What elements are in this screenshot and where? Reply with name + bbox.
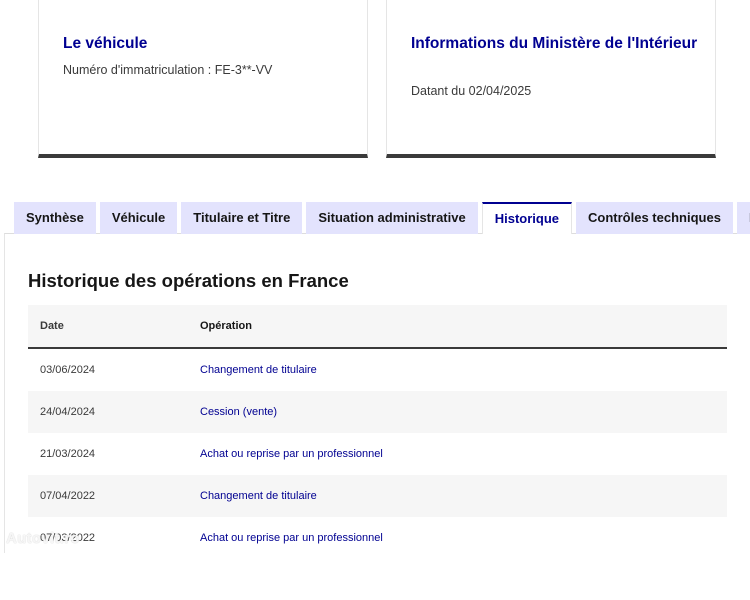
tab-historique[interactable]: Historique	[481, 202, 573, 234]
table-row: 03/06/2024 Changement de titulaire	[28, 349, 727, 391]
row-date: 03/06/2024	[40, 364, 96, 376]
watermark-logo: Autovit.ro	[6, 530, 80, 547]
section-title: Historique des opérations en France	[28, 270, 349, 291]
ministry-date-text: Datant du 02/04/2025	[411, 84, 532, 98]
vehicle-card-title[interactable]: Le véhicule	[63, 33, 147, 55]
tab-vehicule[interactable]: Véhicule	[99, 202, 178, 234]
row-date: 07/04/2022	[40, 490, 96, 502]
table-header: Date Opération	[28, 305, 727, 349]
row-operation: Changement de titulaire	[200, 490, 317, 502]
table-row: 21/03/2024 Achat ou reprise par un profe…	[28, 433, 727, 475]
row-date: 21/03/2024	[40, 448, 96, 460]
tab-controles[interactable]: Contrôles techniques	[576, 202, 733, 234]
row-operation: Achat ou reprise par un professionnel	[200, 532, 383, 544]
history-table: Date Opération 03/06/2024 Changement de …	[28, 305, 727, 559]
row-operation: Cession (vente)	[200, 406, 278, 418]
ministry-card[interactable]: Informations du Ministère de l'Intérieur…	[386, 0, 716, 158]
vehicle-plate-text: Numéro d'immatriculation : FE-3**-VV	[63, 63, 273, 77]
row-operation: Changement de titulaire	[200, 364, 317, 376]
ministry-card-title[interactable]: Informations du Ministère de l'Intérieur	[411, 33, 701, 55]
table-row: 07/03/2022 Achat ou reprise par un profe…	[28, 517, 727, 559]
tab-titulaire[interactable]: Titulaire et Titre	[181, 202, 303, 234]
header-date: Date	[40, 320, 64, 332]
tab-bar: Synthèse Véhicule Titulaire et Titre Sit…	[14, 202, 750, 234]
tab-synthese[interactable]: Synthèse	[14, 202, 96, 234]
tab-kilometrage[interactable]: Kil	[736, 202, 750, 234]
row-date: 24/04/2024	[40, 406, 96, 418]
header-operation: Opération	[200, 320, 252, 332]
table-row: 24/04/2024 Cession (vente)	[28, 391, 727, 433]
vehicle-card[interactable]: Le véhicule Numéro d'immatriculation : F…	[38, 0, 368, 158]
row-operation: Achat ou reprise par un professionnel	[200, 448, 383, 460]
table-row: 07/04/2022 Changement de titulaire	[28, 475, 727, 517]
table-body: 03/06/2024 Changement de titulaire 24/04…	[28, 349, 727, 559]
tab-situation[interactable]: Situation administrative	[306, 202, 478, 234]
